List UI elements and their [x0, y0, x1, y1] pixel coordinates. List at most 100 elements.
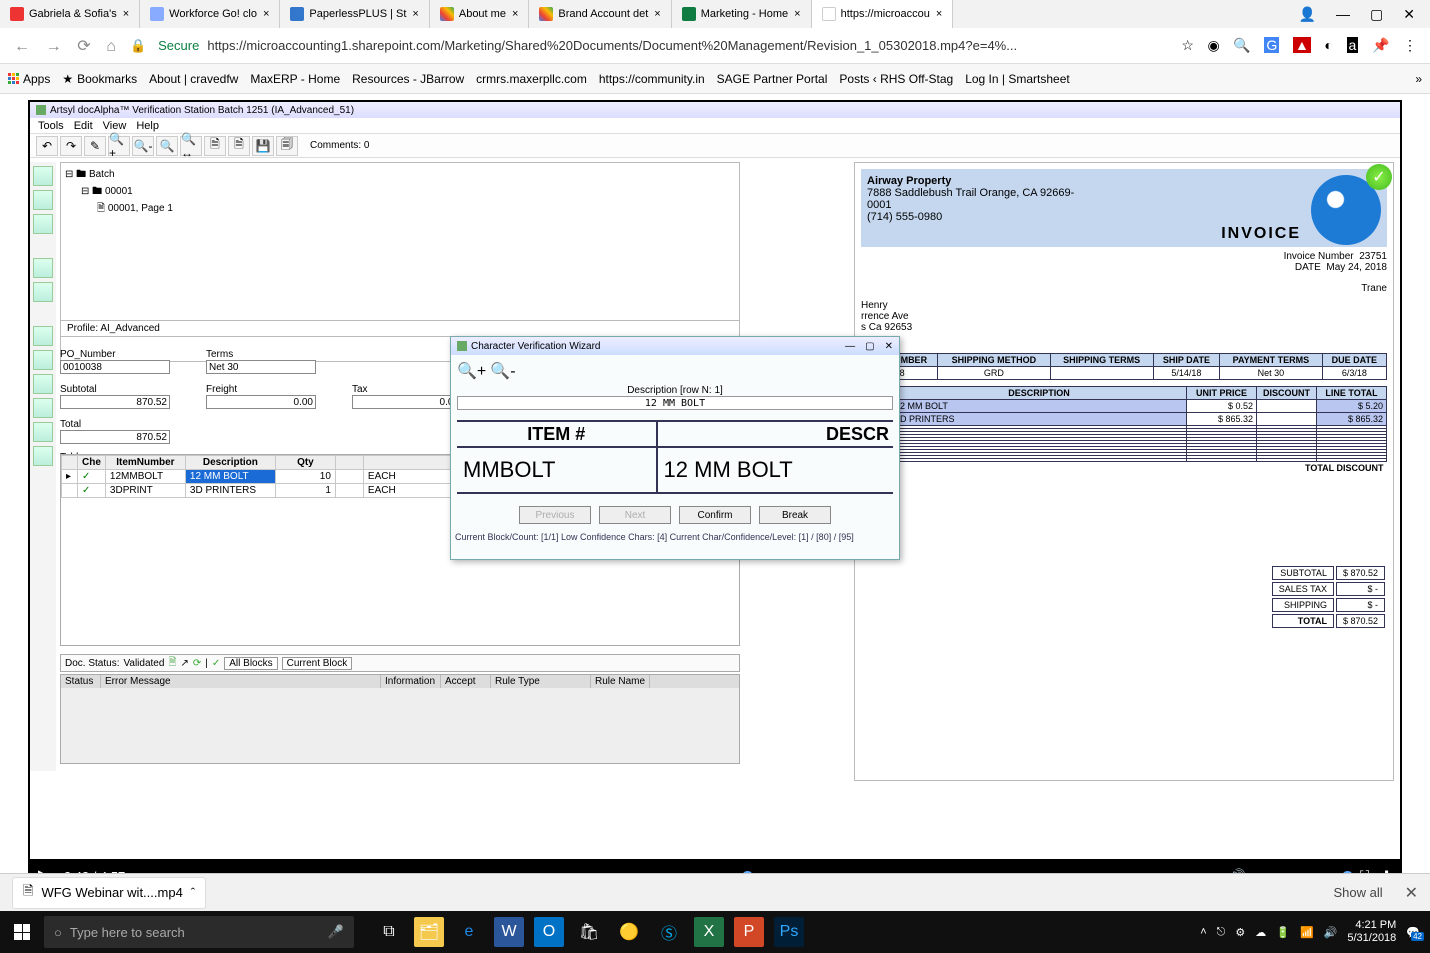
export-button[interactable]: 🗎 — [204, 136, 226, 156]
strip-button[interactable] — [33, 166, 53, 186]
strip-button[interactable] — [33, 422, 53, 442]
maximize-button[interactable]: ▢ — [1370, 6, 1383, 23]
undo-button[interactable]: ↶ — [36, 136, 58, 156]
apps-button[interactable]: Apps — [8, 72, 50, 86]
ext-icon[interactable]: G — [1264, 37, 1279, 53]
bookmark-item[interactable]: SAGE Partner Portal — [717, 72, 828, 86]
download-item[interactable]: 🗎 WFG Webinar wit....mp4 ˆ — [12, 877, 206, 909]
current-block-button[interactable]: Current Block — [282, 657, 353, 670]
menu-edit[interactable]: Edit — [74, 120, 93, 132]
browser-tab[interactable]: PaperlessPLUS | St× — [280, 0, 429, 28]
tray-icon[interactable]: ⚙ — [1235, 926, 1245, 939]
star-icon[interactable]: ☆ — [1181, 37, 1194, 53]
terms-input[interactable] — [206, 360, 316, 374]
po-number-input[interactable] — [60, 360, 170, 374]
wizard-previous-button[interactable]: Previous — [519, 506, 591, 524]
powerpoint-icon[interactable]: P — [734, 917, 764, 947]
zoom-fit-button[interactable]: 🔍↔ — [180, 136, 202, 156]
bookmark-item[interactable]: Posts ‹ RHS Off-Stag — [839, 72, 953, 86]
zoom-in-button[interactable]: 🔍+ — [108, 136, 130, 156]
tax-input[interactable] — [352, 395, 462, 409]
skype-icon[interactable]: Ⓢ — [654, 917, 684, 947]
wizard-zoom-out[interactable]: 🔍- — [490, 361, 515, 381]
strip-button[interactable] — [33, 190, 53, 210]
document-preview[interactable]: Airway Property 7888 Saddlebush Trail Or… — [854, 162, 1394, 781]
save-button[interactable]: 💾 — [252, 136, 274, 156]
doc-button[interactable]: 🗐 — [276, 136, 298, 156]
tray-chevron[interactable]: ˄ — [1200, 926, 1206, 938]
strip-button[interactable] — [33, 282, 53, 302]
ext-icon[interactable]: ▲ — [1293, 37, 1311, 53]
tray-icon[interactable]: ⎋ — [1217, 926, 1226, 939]
comments-label[interactable]: Comments: 0 — [310, 140, 369, 151]
zoom-button[interactable]: 🔍 — [156, 136, 178, 156]
all-blocks-button[interactable]: All Blocks — [224, 657, 277, 670]
close-downloads-bar[interactable]: ✕ — [1405, 883, 1418, 903]
bookmark-item[interactable]: Resources - JBarrow — [352, 72, 464, 86]
tool-button[interactable]: ✎ — [84, 136, 106, 156]
redo-button[interactable]: ↷ — [60, 136, 82, 156]
browser-tab[interactable]: About me× — [430, 0, 530, 28]
forward-button[interactable]: → — [46, 38, 62, 55]
wizard-maximize[interactable]: ▢ — [865, 341, 874, 352]
tray-volume-icon[interactable]: 🔊 — [1324, 926, 1338, 939]
freight-input[interactable] — [206, 395, 316, 409]
tray-cloud-icon[interactable]: ☁ — [1255, 926, 1266, 939]
ext-icon[interactable]: ◉ — [1208, 37, 1220, 53]
tray-battery-icon[interactable]: 🔋 — [1276, 926, 1290, 939]
bookmark-item[interactable]: crmrs.maxerpllc.com — [476, 72, 587, 86]
word-icon[interactable]: W — [494, 917, 524, 947]
menu-icon[interactable]: ⋮ — [1403, 37, 1417, 53]
photoshop-icon[interactable]: Ps — [774, 917, 804, 947]
taskbar-clock[interactable]: 4:21 PM 5/31/2018 — [1347, 919, 1396, 945]
subtotal-input[interactable] — [60, 395, 170, 409]
store-icon[interactable]: 🛍 — [574, 917, 604, 947]
browser-tab[interactable]: https://microaccou× — [812, 0, 954, 28]
ext-icon[interactable]: 🔍 — [1233, 37, 1250, 53]
reload-button[interactable]: ⟳ — [77, 38, 90, 55]
task-view-button[interactable]: ⧉ — [374, 917, 404, 947]
strip-button[interactable] — [33, 374, 53, 394]
bookmark-item[interactable]: Log In | Smartsheet — [965, 72, 1070, 86]
home-button[interactable]: ⌂ — [106, 38, 116, 55]
chrome-icon[interactable]: 🟡 — [614, 917, 644, 947]
excel-icon[interactable]: X — [694, 917, 724, 947]
wizard-break-button[interactable]: Break — [759, 506, 831, 524]
minimize-button[interactable]: — — [1336, 6, 1350, 23]
menu-help[interactable]: Help — [136, 120, 159, 132]
total-input[interactable] — [60, 430, 170, 444]
wizard-close[interactable]: ✕ — [885, 341, 893, 352]
browser-tab[interactable]: Brand Account det× — [529, 0, 671, 28]
bookmark-item[interactable]: ★Bookmarks — [62, 72, 137, 86]
bookmark-item[interactable]: MaxERP - Home — [250, 72, 340, 86]
strip-button[interactable] — [33, 446, 53, 466]
bookmark-item[interactable]: https://community.in — [599, 72, 705, 86]
zoom-out-button[interactable]: 🔍- — [132, 136, 154, 156]
strip-button[interactable] — [33, 326, 53, 346]
bookmarks-overflow[interactable]: » — [1415, 72, 1422, 86]
error-grid[interactable]: Status Error Message Information Accept … — [60, 674, 740, 764]
wizard-zoom-in[interactable]: 🔍+ — [457, 361, 486, 381]
menu-tools[interactable]: Tools — [38, 120, 64, 132]
wizard-confirm-button[interactable]: Confirm — [679, 506, 751, 524]
mic-icon[interactable]: 🎤 — [328, 924, 344, 940]
close-button[interactable]: ✕ — [1403, 6, 1415, 23]
outlook-icon[interactable]: O — [534, 917, 564, 947]
file-explorer-icon[interactable]: 🗂 — [414, 917, 444, 947]
tray-wifi-icon[interactable]: 📶 — [1300, 926, 1314, 939]
bookmark-item[interactable]: About | cravedfw — [149, 72, 238, 86]
wizard-minimize[interactable]: — — [845, 341, 855, 352]
strip-button[interactable] — [33, 398, 53, 418]
start-button[interactable] — [0, 911, 44, 953]
ext-icon[interactable]: 📌 — [1372, 37, 1389, 53]
show-all-downloads[interactable]: Show all — [1323, 881, 1392, 904]
back-button[interactable]: ← — [14, 38, 30, 55]
url-input[interactable]: https://microaccounting1.sharepoint.com/… — [207, 38, 1168, 53]
wizard-text-input[interactable] — [457, 396, 893, 410]
export-button[interactable]: 🗎 — [228, 136, 250, 156]
strip-button[interactable] — [33, 258, 53, 278]
wizard-next-button[interactable]: Next — [599, 506, 671, 524]
account-icon[interactable]: 👤 — [1299, 6, 1316, 23]
browser-tab[interactable]: Workforce Go! clo× — [140, 0, 280, 28]
taskbar-search[interactable]: ○Type here to search🎤 — [44, 916, 354, 948]
